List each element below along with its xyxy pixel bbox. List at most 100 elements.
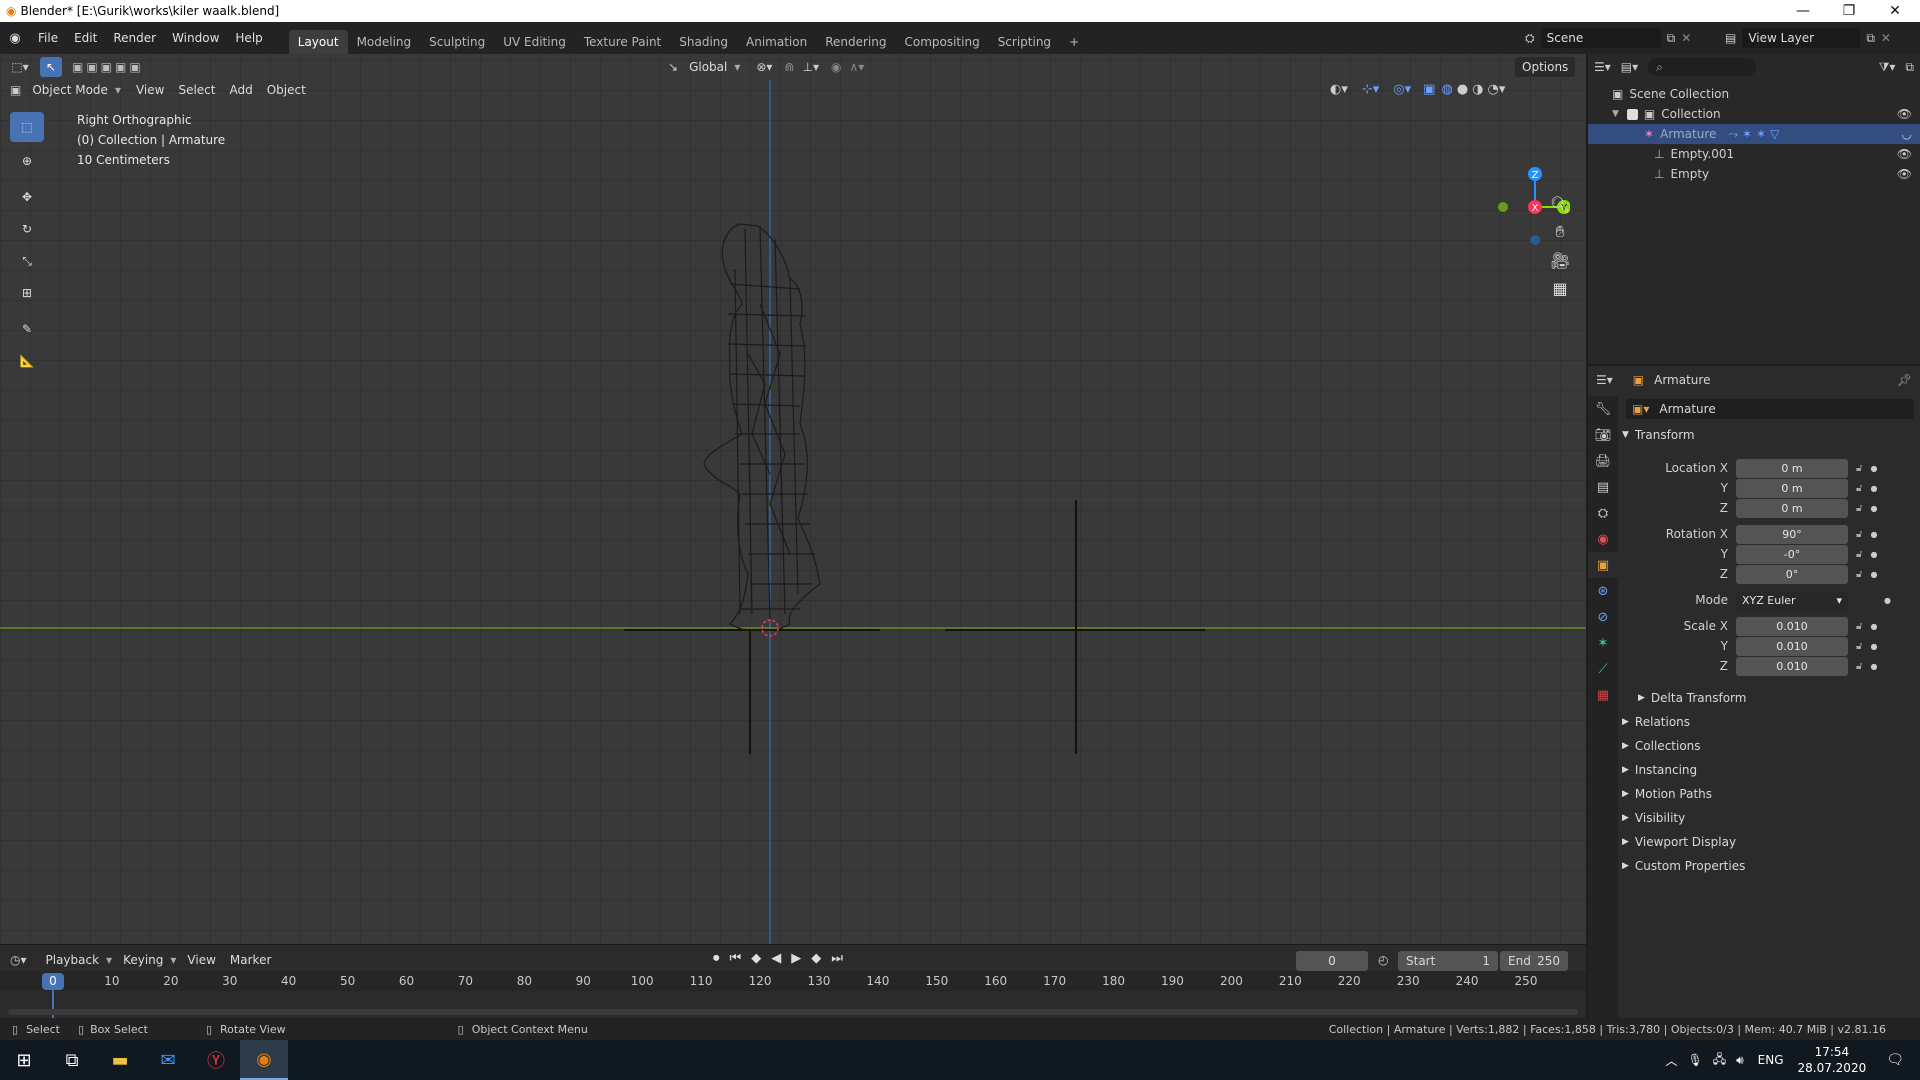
editor-type-icon[interactable]: ◷▾ [10,953,27,967]
delete-view-layer-icon[interactable]: ✕ [1881,31,1891,45]
clock[interactable]: 17:54 28.07.2020 [1798,1044,1867,1076]
lock-icon[interactable]: 🔓︎ [1856,621,1862,632]
scene-name-field[interactable]: Scene [1540,28,1661,48]
menu-file[interactable]: File [30,27,66,49]
output-tab-icon[interactable]: 🖨︎ [1588,448,1618,474]
render-tab-icon[interactable]: 📷︎ [1588,422,1618,448]
keyframe-dot-icon[interactable]: ● [1870,530,1877,539]
world-tab-icon[interactable]: ◉ [1588,526,1618,552]
eye-icon[interactable]: ◡ [1902,127,1912,141]
constraint-tab-icon[interactable]: ⊘ [1588,604,1618,630]
view-layer-field[interactable]: View Layer [1742,28,1861,48]
keyframe-dot-icon[interactable]: ● [1870,622,1877,631]
new-collection-icon[interactable]: ⧉ [1905,60,1914,75]
play-icon[interactable]: ▶ [791,951,801,966]
lock-icon[interactable]: 🔓︎ [1856,661,1862,672]
menu-edit[interactable]: Edit [66,27,105,49]
tab-uv-editing[interactable]: UV Editing [494,30,575,54]
eye-icon[interactable]: 👁︎ [1897,167,1912,181]
keyframe-dot-icon[interactable]: ● [1870,570,1877,579]
menu-help[interactable]: Help [227,27,270,49]
keyframe-dot-icon[interactable]: ● [1870,484,1877,493]
panel-instancing[interactable]: ▶ Instancing [1622,759,1697,781]
tab-texture-paint[interactable]: Texture Paint [575,30,670,54]
eye-icon[interactable]: 👁︎ [1897,107,1912,121]
language-indicator[interactable]: ENG [1758,1053,1784,1067]
lock-icon[interactable]: 🔓︎ [1856,569,1862,580]
volume-icon[interactable]: 🔊︎ [1736,1053,1744,1068]
panel-visibility[interactable]: ▶ Visibility [1622,807,1685,829]
jump-start-icon[interactable]: ⏮ [730,951,742,966]
editor-type-icon[interactable]: ☰▾ [1594,60,1611,74]
3d-viewport[interactable]: ⬚▾ ↖ ▣▣▣▣▣ ↘ Global ▾ ⊗▾ ⋒ ⊥▾ ◉ ∧▾ Optio… [0,54,1586,944]
pin-icon[interactable]: 📌︎ [1897,373,1912,387]
pan-hand-icon[interactable]: ✋︎ [1545,218,1575,246]
mail-icon[interactable]: ✉ [144,1040,192,1080]
modifier-tab-icon[interactable]: ⊛ [1588,578,1618,604]
object-data-tab-icon[interactable]: ✶ [1588,630,1618,656]
tab-layout[interactable]: Layout [288,30,348,54]
armature-data-icons[interactable]: ⤳✶✶▽ [1728,127,1783,142]
auto-keyframe-icon[interactable]: ◴ [1378,953,1388,967]
panel-relations[interactable]: ▶ Relations [1622,711,1690,733]
close-icon[interactable]: ✕ [1872,0,1918,22]
tab-modeling[interactable]: Modeling [348,30,421,54]
location-y-field[interactable]: 0 m [1736,478,1848,498]
windows-start-icon[interactable]: ⊞ [0,1040,48,1080]
notifications-icon[interactable]: 🗨︎ [1886,1052,1904,1068]
lock-icon[interactable]: 🔓︎ [1856,483,1862,494]
menu-timeline-view[interactable]: View [180,950,222,970]
keyframe-dot-icon[interactable]: ● [1870,550,1877,559]
blender-menu-icon[interactable]: ◉ [0,31,30,46]
tab-rendering[interactable]: Rendering [816,30,895,54]
panel-motion-paths[interactable]: ▶ Motion Paths [1622,783,1712,805]
menu-keying[interactable]: Keying [116,950,170,970]
task-view-icon[interactable]: ⧉ [48,1040,96,1080]
start-frame-field[interactable]: Start 1 [1398,951,1498,971]
panel-viewport-display[interactable]: ▶ Viewport Display [1622,831,1736,853]
ortho-grid-icon[interactable]: ▦ [1545,274,1575,302]
panel-collections[interactable]: ▶ Collections [1622,735,1701,757]
prev-keyframe-icon[interactable]: ◆ [751,951,761,966]
panel-custom-properties[interactable]: ▶ Custom Properties [1622,855,1745,877]
location-z-field[interactable]: 0 m [1736,498,1848,518]
minimize-icon[interactable]: — [1780,0,1826,22]
delete-scene-icon[interactable]: ✕ [1681,31,1691,45]
tab-shading[interactable]: Shading [670,30,737,54]
tab-scripting[interactable]: Scripting [989,30,1060,54]
scale-z-field[interactable]: 0.010 [1736,656,1848,676]
rotation-x-field[interactable]: 90° [1736,524,1848,544]
lock-icon[interactable]: 🔓︎ [1856,641,1862,652]
jump-end-icon[interactable]: ⏭ [831,951,843,966]
camera-view-icon[interactable]: 🎥︎ [1545,246,1575,274]
tree-item-empty[interactable]: ⊥ Empty 👁︎ [1588,164,1920,184]
display-mode-icon[interactable]: ▤▾ [1621,60,1638,74]
rotation-y-field[interactable]: -0° [1736,544,1848,564]
keyframe-dot-icon[interactable]: ● [1884,596,1891,605]
new-scene-icon[interactable]: ⧉ [1667,31,1676,46]
chevron-down-icon[interactable]: ▼ [1612,109,1619,119]
checkbox-icon[interactable] [1626,108,1638,120]
playhead[interactable]: 0 [42,973,64,990]
rotation-z-field[interactable]: 0° [1736,564,1848,584]
transform-panel-header[interactable]: ▼ Transform [1622,424,1695,446]
scene-selector[interactable]: ⛭ Scene ⧉ ✕ [1525,28,1691,48]
scale-y-field[interactable]: 0.010 [1736,636,1848,656]
tab-sculpting[interactable]: Sculpting [420,30,494,54]
next-keyframe-icon[interactable]: ◆ [811,951,821,966]
view-layer-selector[interactable]: ▤ View Layer ⧉ ✕ [1725,28,1891,48]
record-icon[interactable]: ⏺ [713,951,720,966]
lock-icon[interactable]: 🔓︎ [1856,549,1862,560]
tree-item-armature[interactable]: ✶ Armature ⤳✶✶▽ ◡ [1588,124,1920,144]
scene-tab-icon[interactable]: ⛭ [1588,500,1618,526]
current-frame-field[interactable]: 0 [1296,951,1368,971]
timeline-scrollbar[interactable] [8,1009,1578,1015]
network-icon[interactable]: 🖧 [1713,1050,1726,1071]
object-tab-icon[interactable]: ▣ [1588,552,1618,578]
tree-item-scene-collection[interactable]: ▣ Scene Collection [1588,84,1920,104]
rotation-mode-dropdown[interactable]: XYZ Euler ▾ [1736,590,1848,610]
keyframe-dot-icon[interactable]: ● [1870,642,1877,651]
delta-transform-header[interactable]: ▶ Delta Transform [1638,687,1746,709]
add-workspace-button[interactable]: + [1060,30,1088,54]
blender-taskbar-icon[interactable]: ◉ [240,1040,288,1080]
